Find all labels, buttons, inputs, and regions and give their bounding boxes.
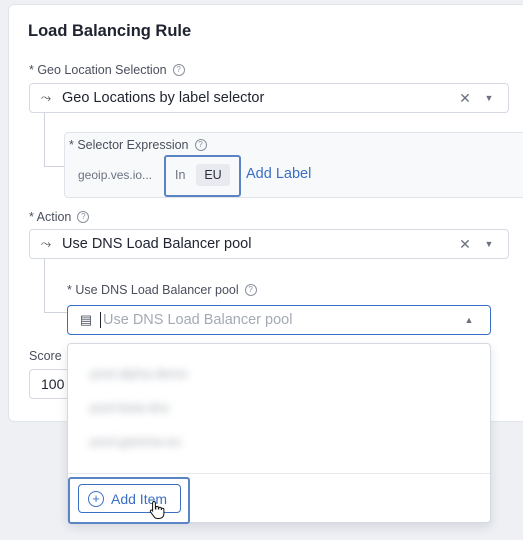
add-label-link[interactable]: Add Label xyxy=(246,166,311,182)
help-icon[interactable]: ? xyxy=(77,211,90,223)
help-icon[interactable]: ? xyxy=(172,64,185,76)
dropdown-divider xyxy=(68,473,490,474)
dropdown-option[interactable]: pool-gamma-eu xyxy=(90,434,181,449)
selector-operator-chip[interactable]: In xyxy=(175,168,185,182)
text-caret xyxy=(100,312,101,328)
geo-location-value: Geo Locations by label selector xyxy=(62,90,265,106)
selector-key-chip[interactable]: geoip.ves.io... xyxy=(78,168,152,182)
branch-icon: ⤳ xyxy=(40,236,52,251)
action-label-text: * Action xyxy=(29,210,72,224)
chevron-down-icon[interactable]: ▼ xyxy=(482,93,496,103)
score-label: Score xyxy=(29,349,62,363)
action-label: * Action ? xyxy=(29,210,90,224)
action-select[interactable]: ⤳ Use DNS Load Balancer pool ✕ ▼ xyxy=(29,229,509,259)
selector-value-chip[interactable]: EU xyxy=(196,164,230,186)
selector-expression-label-text: * Selector Expression xyxy=(69,138,189,152)
dns-pool-search-input[interactable] xyxy=(103,312,462,328)
dns-pool-label: * Use DNS Load Balancer pool ? xyxy=(67,283,257,297)
dropdown-option[interactable]: pool-alpha-demo xyxy=(90,366,188,381)
chevron-down-icon[interactable]: ▼ xyxy=(482,239,496,249)
close-icon[interactable]: ✕ xyxy=(458,236,472,253)
add-item-button[interactable]: + Add Item xyxy=(78,484,181,513)
help-icon[interactable]: ? xyxy=(244,284,257,296)
tree-connector xyxy=(44,113,64,167)
geo-location-label-text: * Geo Location Selection xyxy=(29,63,167,77)
section-title: Load Balancing Rule xyxy=(28,22,192,40)
tree-connector xyxy=(44,259,67,313)
dns-pool-combobox[interactable]: ▤ ▲ xyxy=(67,305,491,335)
close-icon[interactable]: ✕ xyxy=(458,90,472,107)
dropdown-option[interactable]: pool-beta-dns xyxy=(90,400,170,415)
hand-pointer-icon xyxy=(149,500,165,519)
chevron-up-icon[interactable]: ▲ xyxy=(462,315,476,325)
action-value: Use DNS Load Balancer pool xyxy=(62,236,252,252)
geo-location-select[interactable]: ⤳ Geo Locations by label selector ✕ ▼ xyxy=(29,83,509,113)
help-icon[interactable]: ? xyxy=(194,139,207,151)
plus-circle-icon: + xyxy=(88,490,104,507)
selector-expression-label: * Selector Expression ? xyxy=(69,138,207,152)
geo-location-label: * Geo Location Selection ? xyxy=(29,63,185,77)
branch-icon: ⤳ xyxy=(40,90,52,105)
list-card-icon: ▤ xyxy=(79,312,93,327)
dns-pool-label-text: * Use DNS Load Balancer pool xyxy=(67,283,239,297)
